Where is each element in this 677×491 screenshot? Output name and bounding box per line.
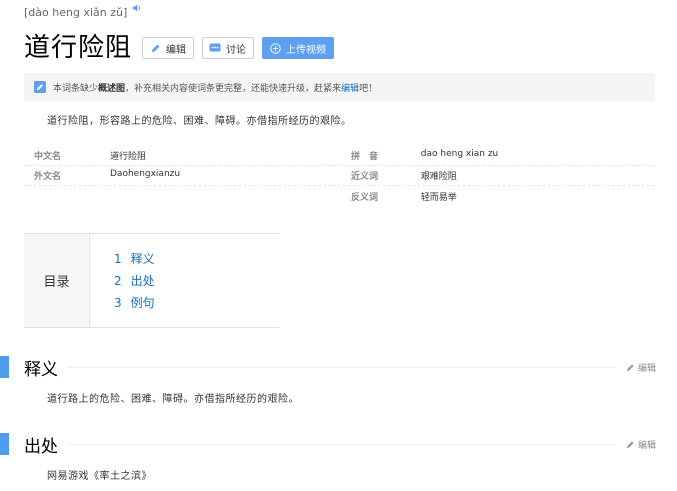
pencil-icon bbox=[626, 440, 635, 449]
toc-item-label: 释义 bbox=[130, 252, 155, 266]
pencil-icon bbox=[149, 42, 161, 54]
info-cell: 外文名 Daohengxianzu bbox=[24, 169, 339, 182]
toc-item-number: 3 bbox=[114, 296, 122, 310]
info-key: 近义词 bbox=[351, 172, 379, 182]
upload-video-button[interactable]: 上传视频 bbox=[262, 37, 335, 59]
notice-prefix: 本词条缺少 bbox=[53, 83, 99, 94]
speaker-icon[interactable] bbox=[132, 3, 142, 13]
info-key: 外文名 bbox=[34, 172, 62, 182]
notice-bold: 概述图 bbox=[98, 83, 126, 94]
toc-title: 目录 bbox=[24, 234, 90, 327]
info-cell: 反义词 轻而易举 bbox=[339, 190, 654, 203]
info-row: 中文名 道行险阻 拼 音 dao heng xian zu bbox=[24, 146, 655, 166]
upload-video-button-label: 上传视频 bbox=[286, 44, 327, 56]
notice-middle: ，补充相关内容使词条更完整，还能快速升级，赶紧来 bbox=[125, 83, 342, 94]
info-cell: 拼 音 dao heng xian zu bbox=[339, 149, 654, 162]
pinyin-text: [dào heng xiǎn zǔ] bbox=[24, 6, 128, 19]
page-title: 道行险阻 bbox=[24, 33, 133, 63]
section-divider bbox=[68, 366, 616, 368]
basic-info-table: 中文名 道行险阻 拼 音 dao heng xian zu 外文名 Daohen… bbox=[24, 146, 655, 206]
section-accent-bar bbox=[0, 433, 9, 455]
toc-item-label: 出处 bbox=[130, 274, 155, 288]
info-key: 拼 音 bbox=[351, 152, 379, 162]
plus-circle-icon bbox=[269, 42, 281, 54]
discuss-button[interactable]: 讨论 bbox=[202, 37, 255, 59]
info-value: 艰难险阻 bbox=[420, 172, 457, 182]
section-header-definition: 释义 编辑 bbox=[0, 356, 677, 380]
title-row: 道行险阻 编辑 讨论 上传视频 bbox=[24, 28, 342, 68]
toc-list: 1 释义 2 出处 3 例句 bbox=[90, 234, 155, 327]
section-source-text: 网易游戏《率土之滨》 bbox=[47, 471, 152, 482]
section-edit-label: 编辑 bbox=[637, 363, 656, 374]
table-of-contents: 目录 1 释义 2 出处 3 例句 bbox=[24, 233, 279, 328]
section-header-source: 出处 编辑 bbox=[0, 433, 677, 457]
section-title: 释义 bbox=[24, 359, 58, 380]
toc-item-example[interactable]: 3 例句 bbox=[114, 292, 155, 314]
section-title: 出处 bbox=[24, 436, 58, 457]
toc-item-definition[interactable]: 1 释义 bbox=[114, 248, 155, 270]
edit-button-label: 编辑 bbox=[166, 44, 187, 56]
edit-button[interactable]: 编辑 bbox=[142, 37, 195, 59]
section-definition-text: 道行路上的危险、困难、障碍。亦借指所经历的艰险。 bbox=[47, 394, 299, 405]
section-divider bbox=[68, 443, 616, 445]
notice-bar: 本词条缺少 概述图 ，补充相关内容使词条更完整，还能快速升级，赶紧来 编辑 吧！ bbox=[24, 73, 655, 101]
info-value: 轻而易举 bbox=[420, 192, 457, 203]
info-row: 外文名 Daohengxianzu 近义词 艰难险阻 bbox=[24, 166, 655, 186]
section-edit-label: 编辑 bbox=[637, 440, 656, 451]
notice-suffix: 吧！ bbox=[359, 83, 378, 94]
section-edit-button[interactable]: 编辑 bbox=[626, 438, 656, 451]
info-key: 反义词 bbox=[351, 192, 379, 203]
info-value: Daohengxianzu bbox=[110, 169, 181, 179]
info-value: dao heng xian zu bbox=[420, 149, 499, 159]
section-edit-button[interactable]: 编辑 bbox=[626, 361, 656, 374]
pencil-icon bbox=[626, 363, 635, 372]
toc-item-number: 2 bbox=[114, 274, 122, 288]
notice-edit-link[interactable]: 编辑 bbox=[341, 81, 359, 94]
toc-item-number: 1 bbox=[114, 252, 122, 266]
info-key: 中文名 bbox=[34, 152, 62, 162]
info-value: 道行险阻 bbox=[110, 152, 147, 162]
summary-text: 道行险阻，形容路上的危险、困难、障碍。亦借指所经历的艰险。 bbox=[47, 116, 352, 127]
section-accent-bar bbox=[0, 356, 9, 378]
info-row: 反义词 轻而易举 bbox=[24, 186, 655, 206]
toc-item-label: 例句 bbox=[130, 296, 155, 310]
toc-item-source[interactable]: 2 出处 bbox=[114, 270, 155, 292]
info-cell: 中文名 道行险阻 bbox=[24, 149, 339, 162]
edit-notice-icon bbox=[34, 81, 46, 93]
info-cell: 近义词 艰难险阻 bbox=[339, 169, 654, 182]
pinyin-line: [dào heng xiǎn zǔ] bbox=[24, 3, 142, 19]
discuss-button-label: 讨论 bbox=[226, 44, 247, 56]
chat-icon bbox=[209, 42, 221, 54]
